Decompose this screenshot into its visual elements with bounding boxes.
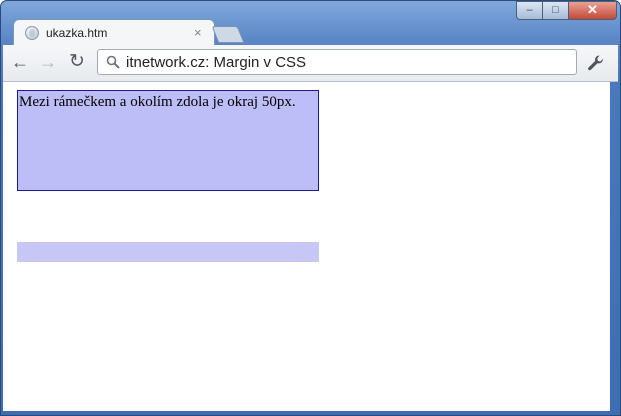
back-button[interactable]: ←: [9, 51, 31, 73]
maximize-button[interactable]: □: [542, 1, 569, 20]
wrench-icon[interactable]: [585, 52, 607, 74]
browser-window: ukazka.htm × – □ ✕ ← → ↻ itnetwork.cz: M…: [0, 0, 621, 416]
second-box: [17, 242, 319, 262]
minimize-button[interactable]: –: [516, 1, 543, 20]
box-text: Mezi rámečkem a okolím zdola je okraj 50…: [19, 94, 296, 110]
reload-button[interactable]: ↻: [66, 51, 88, 73]
close-window-button[interactable]: ✕: [568, 1, 617, 20]
page-viewport: Mezi rámečkem a okolím zdola je okraj 50…: [3, 82, 610, 411]
forward-button[interactable]: →: [37, 51, 59, 73]
tab-close-button[interactable]: ×: [194, 25, 202, 40]
tab-title: ukazka.htm: [46, 26, 108, 40]
address-bar[interactable]: itnetwork.cz: Margin v CSS: [97, 49, 577, 75]
margin-demo-box: Mezi rámečkem a okolím zdola je okraj 50…: [17, 90, 319, 191]
toolbar: ← → ↻ itnetwork.cz: Margin v CSS: [3, 45, 618, 82]
search-icon: [106, 55, 120, 69]
new-tab-button[interactable]: [211, 26, 245, 43]
tab-ukazka[interactable]: ukazka.htm ×: [13, 19, 215, 47]
title-bar: ukazka.htm × – □ ✕: [1, 1, 620, 47]
page-globe-icon: [25, 26, 39, 40]
address-text: itnetwork.cz: Margin v CSS: [126, 54, 307, 71]
